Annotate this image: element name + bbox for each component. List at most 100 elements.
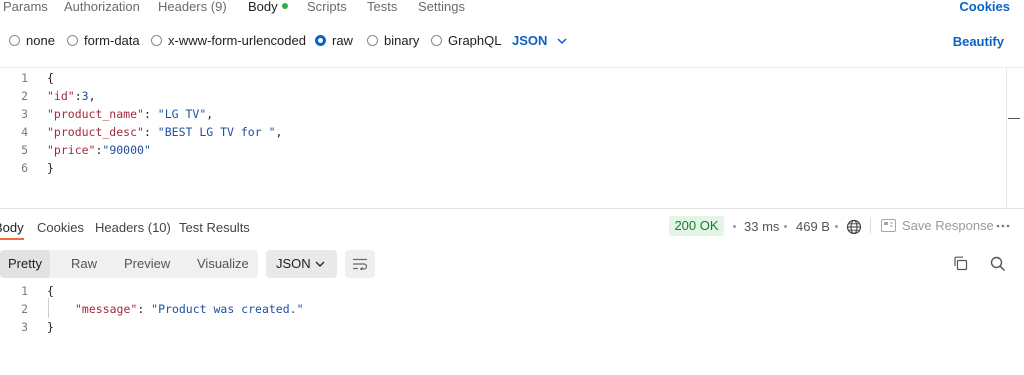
code-text: "product_name": "LG TV",	[47, 105, 213, 123]
body-format-value: JSON	[512, 33, 548, 48]
radio-none[interactable]: none	[9, 33, 55, 48]
response-time[interactable]: 33 ms	[744, 219, 779, 234]
code-text: "message": "Product was created."	[75, 300, 304, 318]
more-icon[interactable]	[996, 224, 1010, 228]
save-response-button[interactable]: Save Response	[902, 218, 994, 233]
json-value: "BEST LG TV for "	[157, 125, 276, 139]
panel-divider[interactable]	[0, 208, 1024, 209]
resize-handle[interactable]	[1008, 118, 1020, 119]
json-value: "90000"	[102, 143, 151, 157]
indent-guide	[48, 298, 49, 318]
wrap-icon	[353, 258, 368, 270]
json-value: 3	[81, 89, 89, 103]
json-tail: ,	[88, 89, 96, 103]
body-type-selector: none form-data x-www-form-urlencoded raw…	[0, 30, 1024, 52]
code-text: "id":3,	[47, 87, 96, 105]
code-text: }	[47, 161, 54, 175]
response-size[interactable]: 469 B	[796, 219, 830, 234]
response-tab-headers[interactable]: Headers (10)	[95, 220, 171, 235]
view-visualize-button[interactable]: Visualize	[197, 250, 249, 278]
tab-params[interactable]: Params	[3, 0, 48, 14]
radio-circle	[151, 35, 162, 46]
line-number: 1	[21, 284, 28, 298]
radio-circle	[367, 35, 378, 46]
radio-circle	[67, 35, 78, 46]
tab-headers-label: Headers	[158, 0, 208, 14]
cookies-link[interactable]: Cookies	[959, 0, 1010, 14]
chevron-down-icon	[315, 261, 325, 267]
response-body-viewer[interactable]: 1{ 2 "message": "Product was created." 3}	[0, 282, 1024, 342]
radio-binary[interactable]: binary	[367, 33, 419, 48]
body-format-select[interactable]: JSON	[512, 33, 567, 48]
tab-headers-count: (9)	[210, 0, 227, 14]
line-number: 3	[21, 107, 28, 121]
code-text: }	[47, 320, 54, 334]
json-sep: :	[143, 125, 158, 139]
response-tab-test-results[interactable]: Test Results	[179, 220, 250, 235]
json-tail: ,	[275, 125, 283, 139]
response-view-toggle: Pretty Raw Preview Visualize	[0, 250, 258, 278]
response-format-value: JSON	[276, 256, 311, 271]
line-number: 4	[21, 125, 28, 139]
radio-label: binary	[384, 33, 420, 48]
beautify-button[interactable]: Beautify	[953, 34, 1004, 49]
status-badge[interactable]: 200 OK	[669, 216, 724, 236]
json-sep: :	[143, 107, 158, 121]
meta-separator	[835, 225, 838, 228]
line-number: 3	[21, 320, 28, 334]
radio-urlencoded[interactable]: x-www-form-urlencoded	[151, 33, 306, 48]
line-number: 1	[21, 71, 28, 85]
line-number: 6	[21, 161, 28, 175]
json-sep: :	[137, 302, 152, 316]
json-key: "product_desc"	[47, 125, 144, 139]
json-value: "LG TV"	[157, 107, 207, 121]
radio-label: form-data	[84, 33, 140, 48]
tab-body[interactable]: Body	[248, 0, 288, 14]
copy-icon[interactable]	[953, 256, 968, 271]
tab-headers[interactable]: Headers (9)	[158, 0, 227, 14]
search-icon[interactable]	[990, 256, 1006, 272]
line-number: 2	[21, 302, 28, 316]
radio-label: x-www-form-urlencoded	[168, 33, 306, 48]
request-tabs: Params Authorization Headers (9) Body Sc…	[0, 0, 1024, 18]
radio-circle-selected	[315, 35, 326, 46]
tab-body-label: Body	[248, 0, 278, 14]
json-key: "message"	[75, 302, 138, 316]
line-number: 2	[21, 89, 28, 103]
meta-separator	[784, 225, 787, 228]
response-tab-body[interactable]: Body	[0, 220, 24, 240]
meta-separator	[733, 225, 736, 228]
json-value: "Product was created."	[151, 302, 304, 316]
wrap-lines-button[interactable]	[345, 250, 375, 278]
json-key: "id"	[47, 89, 75, 103]
radio-graphql[interactable]: GraphQL	[431, 33, 501, 48]
chevron-down-icon	[557, 37, 567, 44]
tab-authorization[interactable]: Authorization	[64, 0, 140, 14]
body-indicator-dot	[281, 3, 288, 9]
editor-scroll-track[interactable]	[1006, 68, 1007, 208]
code-text: "product_desc": "BEST LG TV for ",	[47, 123, 282, 141]
tab-settings[interactable]: Settings	[418, 0, 465, 14]
tab-tests[interactable]: Tests	[367, 0, 397, 14]
view-raw-button[interactable]: Raw	[71, 250, 97, 278]
json-sep: :	[74, 89, 82, 103]
json-tail: ,	[206, 107, 214, 121]
radio-label: GraphQL	[448, 33, 502, 48]
view-preview-button[interactable]: Preview	[124, 250, 170, 278]
radio-raw[interactable]: raw	[315, 33, 353, 48]
radio-form-data[interactable]: form-data	[67, 33, 140, 48]
tab-scripts[interactable]: Scripts	[307, 0, 347, 14]
save-icon	[881, 219, 896, 232]
line-number: 5	[21, 143, 28, 157]
radio-circle	[431, 35, 442, 46]
response-tab-cookies[interactable]: Cookies	[37, 220, 84, 235]
view-pretty-button[interactable]: Pretty	[0, 250, 50, 278]
request-body-editor[interactable]: 1{ 2 "id":3, 3 "product_name": "LG TV", 4 "…	[0, 67, 1024, 207]
response-format-select[interactable]: JSON	[266, 250, 337, 278]
code-text: {	[47, 71, 54, 85]
toolbar-divider	[870, 217, 871, 233]
json-key: "price"	[47, 143, 96, 157]
radio-circle	[9, 35, 20, 46]
code-text: "price":"90000"	[47, 141, 151, 159]
globe-icon[interactable]	[846, 219, 862, 235]
